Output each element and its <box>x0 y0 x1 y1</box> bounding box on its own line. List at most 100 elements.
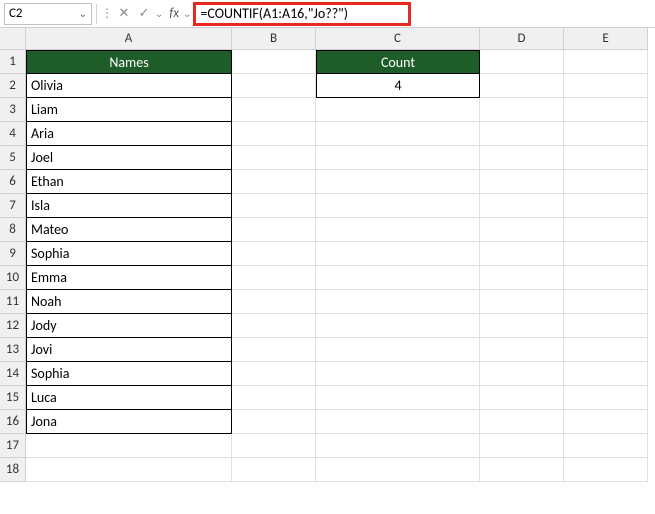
cell[interactable] <box>480 50 564 74</box>
cell[interactable] <box>316 410 480 434</box>
count-value-cell[interactable]: 4 <box>316 74 480 98</box>
name-cell[interactable]: Aria <box>26 122 232 146</box>
cell[interactable] <box>480 242 564 266</box>
name-cell[interactable]: Jovi <box>26 338 232 362</box>
name-cell[interactable]: Emma <box>26 266 232 290</box>
cell[interactable] <box>564 314 648 338</box>
row-header[interactable]: 16 <box>0 410 26 434</box>
dropdown-icon[interactable]: ⌄ <box>183 7 191 20</box>
cell[interactable] <box>232 74 316 98</box>
cell[interactable] <box>232 362 316 386</box>
cell[interactable] <box>480 170 564 194</box>
row-header[interactable]: 3 <box>0 98 26 122</box>
cell[interactable] <box>232 50 316 74</box>
name-cell[interactable]: Olivia <box>26 74 232 98</box>
row-header[interactable]: 2 <box>0 74 26 98</box>
dropdown-icon[interactable]: ⌄ <box>155 7 163 20</box>
cell[interactable] <box>316 290 480 314</box>
cell[interactable] <box>232 386 316 410</box>
row-header[interactable]: 15 <box>0 386 26 410</box>
count-header[interactable]: Count <box>316 50 480 74</box>
cell[interactable] <box>480 98 564 122</box>
cell[interactable] <box>232 434 316 458</box>
cell[interactable] <box>232 314 316 338</box>
name-cell[interactable]: Liam <box>26 98 232 122</box>
cell[interactable] <box>480 146 564 170</box>
cell[interactable] <box>316 146 480 170</box>
row-header[interactable]: 14 <box>0 362 26 386</box>
name-cell[interactable]: Joel <box>26 146 232 170</box>
row-header[interactable]: 11 <box>0 290 26 314</box>
column-header-C[interactable]: C <box>316 28 480 50</box>
fx-label[interactable]: fx <box>165 6 183 21</box>
name-cell[interactable]: Sophia <box>26 242 232 266</box>
cell[interactable] <box>316 386 480 410</box>
cell[interactable] <box>564 266 648 290</box>
cell[interactable] <box>232 170 316 194</box>
names-header[interactable]: Names <box>26 50 232 74</box>
cell[interactable] <box>480 194 564 218</box>
cell[interactable] <box>316 242 480 266</box>
column-header-E[interactable]: E <box>564 28 648 50</box>
cell[interactable] <box>232 242 316 266</box>
cell[interactable] <box>480 458 564 482</box>
cell[interactable] <box>232 98 316 122</box>
row-header[interactable]: 8 <box>0 218 26 242</box>
name-cell[interactable]: Isla <box>26 194 232 218</box>
cell[interactable] <box>564 338 648 362</box>
cell[interactable] <box>564 194 648 218</box>
cell[interactable] <box>232 410 316 434</box>
cell[interactable] <box>480 74 564 98</box>
cell[interactable] <box>480 266 564 290</box>
formula-input[interactable]: =COUNTIF(A1:A16,"Jo??") <box>200 5 348 22</box>
cell[interactable] <box>232 122 316 146</box>
cell[interactable] <box>480 314 564 338</box>
cell[interactable] <box>564 50 648 74</box>
cell[interactable] <box>480 386 564 410</box>
name-cell[interactable]: Jody <box>26 314 232 338</box>
name-cell[interactable]: Luca <box>26 386 232 410</box>
row-header[interactable]: 5 <box>0 146 26 170</box>
row-header[interactable]: 18 <box>0 458 26 482</box>
cell[interactable] <box>316 458 480 482</box>
cell[interactable] <box>564 290 648 314</box>
cell[interactable] <box>232 218 316 242</box>
cell[interactable] <box>564 434 648 458</box>
cell[interactable] <box>564 170 648 194</box>
cell[interactable] <box>564 146 648 170</box>
column-header-B[interactable]: B <box>232 28 316 50</box>
cell[interactable] <box>316 266 480 290</box>
cell[interactable] <box>480 122 564 146</box>
cell[interactable] <box>316 338 480 362</box>
cell[interactable] <box>564 218 648 242</box>
cell[interactable] <box>316 170 480 194</box>
row-header[interactable]: 7 <box>0 194 26 218</box>
confirm-icon[interactable]: ✓ <box>135 5 153 23</box>
name-cell[interactable]: Ethan <box>26 170 232 194</box>
cell[interactable] <box>564 458 648 482</box>
cell[interactable] <box>316 194 480 218</box>
cell[interactable] <box>316 218 480 242</box>
row-header[interactable]: 1 <box>0 50 26 74</box>
row-header[interactable]: 12 <box>0 314 26 338</box>
select-all-corner[interactable] <box>0 28 26 50</box>
cell[interactable] <box>480 362 564 386</box>
cell[interactable] <box>232 266 316 290</box>
cell[interactable] <box>316 362 480 386</box>
cell[interactable] <box>564 74 648 98</box>
row-header[interactable]: 13 <box>0 338 26 362</box>
column-header-A[interactable]: A <box>26 28 232 50</box>
cell[interactable] <box>480 218 564 242</box>
cell[interactable] <box>316 98 480 122</box>
row-header[interactable]: 6 <box>0 170 26 194</box>
cell[interactable] <box>26 458 232 482</box>
cell[interactable] <box>316 314 480 338</box>
cell[interactable] <box>316 122 480 146</box>
cell[interactable] <box>480 434 564 458</box>
cell[interactable] <box>480 338 564 362</box>
name-cell[interactable]: Jona <box>26 410 232 434</box>
cell[interactable] <box>232 146 316 170</box>
cell[interactable] <box>316 434 480 458</box>
cell[interactable] <box>232 194 316 218</box>
cell[interactable] <box>232 458 316 482</box>
